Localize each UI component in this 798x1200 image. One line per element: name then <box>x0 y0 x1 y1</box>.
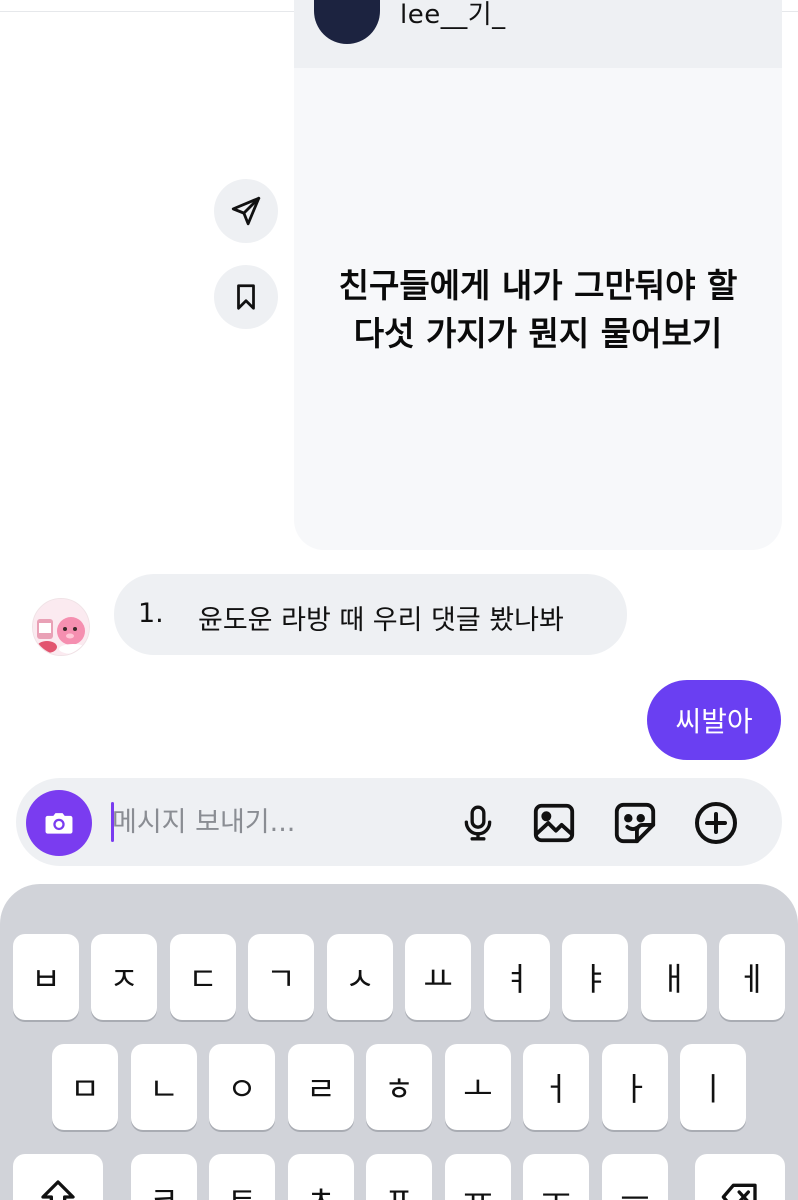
plus-circle-icon <box>695 802 737 844</box>
sticker-icon <box>614 802 656 844</box>
incoming-message-text: 윤도운 라방 때 우리 댓글 봤나봐 <box>198 605 564 636</box>
backspace-key[interactable] <box>695 1154 785 1200</box>
outgoing-message-text: 씨발아 <box>675 705 753 738</box>
key[interactable]: ㄷ <box>170 934 236 1020</box>
sticker-button[interactable] <box>610 798 660 848</box>
key[interactable]: ㅌ <box>209 1154 275 1200</box>
microphone-icon <box>464 805 492 841</box>
key[interactable]: ㅡ <box>602 1154 668 1200</box>
key[interactable]: ㄱ <box>248 934 314 1020</box>
on-screen-keyboard: ㅂ ㅈ ㄷ ㄱ ㅅ ㅛ ㅕ ㅑ ㅐ ㅔ ㅁ ㄴ ㅇ ㄹ ㅎ ㅗ ㅓ ㅏ ㅣ ㅋ … <box>0 884 798 1200</box>
shared-post-text-line-2: 다섯 가지가 뭔지 물어보기 <box>353 314 723 353</box>
key[interactable]: ㅜ <box>523 1154 589 1200</box>
key[interactable]: ㅎ <box>366 1044 432 1130</box>
shift-icon <box>41 1180 75 1200</box>
sender-avatar-image <box>33 599 89 655</box>
key[interactable]: ㅗ <box>445 1044 511 1130</box>
key[interactable]: ㅊ <box>288 1154 354 1200</box>
key[interactable]: ㅕ <box>484 934 550 1020</box>
key[interactable]: ㄴ <box>131 1044 197 1130</box>
incoming-message-bubble[interactable]: 1. 윤도운 라방 때 우리 댓글 봤나봐 <box>114 574 627 655</box>
message-input[interactable] <box>112 796 412 848</box>
save-button[interactable] <box>214 265 278 329</box>
shared-post-avatar[interactable] <box>314 0 380 44</box>
key[interactable]: ㅈ <box>91 934 157 1020</box>
image-icon <box>533 803 575 843</box>
key[interactable]: ㅂ <box>13 934 79 1020</box>
sender-avatar[interactable] <box>32 598 90 656</box>
shift-key[interactable] <box>13 1154 103 1200</box>
key[interactable]: ㅛ <box>405 934 471 1020</box>
key[interactable]: ㅔ <box>719 934 785 1020</box>
shared-post-username[interactable]: lee__기_ <box>400 0 506 31</box>
key[interactable]: ㅠ <box>445 1154 511 1200</box>
send-icon <box>231 196 261 226</box>
key[interactable]: ㅣ <box>680 1044 746 1130</box>
message-composer <box>16 778 782 866</box>
key[interactable]: ㅋ <box>131 1154 197 1200</box>
shared-post-card[interactable]: lee__기_ 친구들에게 내가 그만둬야 할 다섯 가지가 뭔지 물어보기 <box>294 0 782 550</box>
share-button[interactable] <box>214 179 278 243</box>
shared-post-header[interactable]: lee__기_ <box>294 0 782 68</box>
incoming-message-number: 1. <box>138 598 164 629</box>
key[interactable]: ㅅ <box>327 934 393 1020</box>
key[interactable]: ㅏ <box>602 1044 668 1130</box>
camera-button[interactable] <box>26 790 92 856</box>
key[interactable]: ㅁ <box>52 1044 118 1130</box>
more-options-button[interactable] <box>691 798 741 848</box>
shared-post-text-line-1: 친구들에게 내가 그만둬야 할 <box>338 266 738 305</box>
shared-post-text: 친구들에게 내가 그만둬야 할 다섯 가지가 뭔지 물어보기 <box>294 262 782 358</box>
gallery-button[interactable] <box>529 798 579 848</box>
key[interactable]: ㅓ <box>523 1044 589 1130</box>
camera-icon <box>45 813 73 834</box>
key[interactable]: ㅍ <box>366 1154 432 1200</box>
key[interactable]: ㄹ <box>288 1044 354 1130</box>
key[interactable]: ㅐ <box>641 934 707 1020</box>
voice-message-button[interactable] <box>453 798 503 848</box>
bookmark-icon <box>237 284 255 310</box>
key[interactable]: ㅑ <box>562 934 628 1020</box>
backspace-icon <box>721 1183 757 1200</box>
outgoing-message-bubble[interactable]: 씨발아 <box>647 680 781 760</box>
key[interactable]: ㅇ <box>209 1044 275 1130</box>
